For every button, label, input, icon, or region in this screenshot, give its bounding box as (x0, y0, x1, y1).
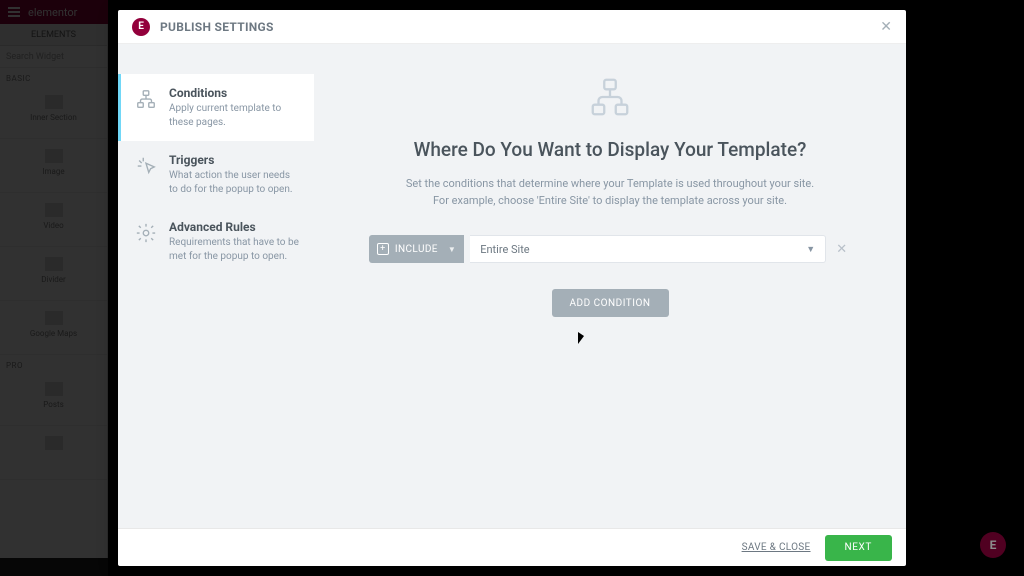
hierarchy-large-icon (587, 74, 633, 120)
publish-settings-modal: E PUBLISH SETTINGS ✕ Conditions Apply cu… (118, 10, 906, 566)
sidebar-item-title: Conditions (169, 86, 300, 100)
sidebar-item-triggers[interactable]: Triggers What action the user needs to d… (118, 141, 314, 208)
remove-condition-icon[interactable]: ✕ (832, 242, 851, 257)
add-condition-button[interactable]: ADD CONDITION (552, 289, 669, 317)
next-button[interactable]: NEXT (825, 535, 892, 561)
sidebar-item-desc: Requirements that have to be met for the… (169, 236, 300, 263)
main-description: Set the conditions that determine where … (406, 175, 814, 209)
condition-row: + INCLUDE ▼ Entire Site ▼ ✕ (369, 235, 851, 263)
modal-footer: SAVE & CLOSE NEXT (118, 528, 906, 566)
modal-header: E PUBLISH SETTINGS ✕ (118, 10, 906, 44)
chevron-down-icon: ▼ (448, 245, 456, 254)
include-label: INCLUDE (395, 244, 438, 255)
plus-square-icon: + (377, 243, 389, 255)
chevron-down-icon: ▼ (806, 244, 815, 255)
scope-select[interactable]: Entire Site ▼ (470, 235, 826, 263)
hierarchy-icon (133, 86, 159, 112)
elementor-logo-icon: E (132, 18, 150, 36)
sidebar-item-desc: Apply current template to these pages. (169, 102, 300, 129)
sidebar-item-title: Triggers (169, 153, 300, 167)
main-heading: Where Do You Want to Display Your Templa… (414, 138, 807, 161)
save-and-close-link[interactable]: SAVE & CLOSE (742, 542, 811, 553)
modal-body: Conditions Apply current template to the… (118, 44, 906, 528)
sidebar-item-title: Advanced Rules (169, 220, 300, 234)
include-toggle[interactable]: + INCLUDE ▼ (369, 235, 464, 263)
sidebar-item-desc: What action the user needs to do for the… (169, 169, 300, 196)
close-icon[interactable]: ✕ (880, 19, 892, 35)
sidebar-item-conditions[interactable]: Conditions Apply current template to the… (118, 74, 314, 141)
scope-selected-value: Entire Site (480, 243, 529, 256)
sidebar-item-advanced-rules[interactable]: Advanced Rules Requirements that have to… (118, 208, 314, 275)
gear-icon (133, 220, 159, 246)
modal-sidebar: Conditions Apply current template to the… (118, 44, 314, 528)
modal-title: PUBLISH SETTINGS (160, 20, 274, 34)
modal-main: Where Do You Want to Display Your Templa… (314, 44, 906, 528)
click-icon (133, 153, 159, 179)
